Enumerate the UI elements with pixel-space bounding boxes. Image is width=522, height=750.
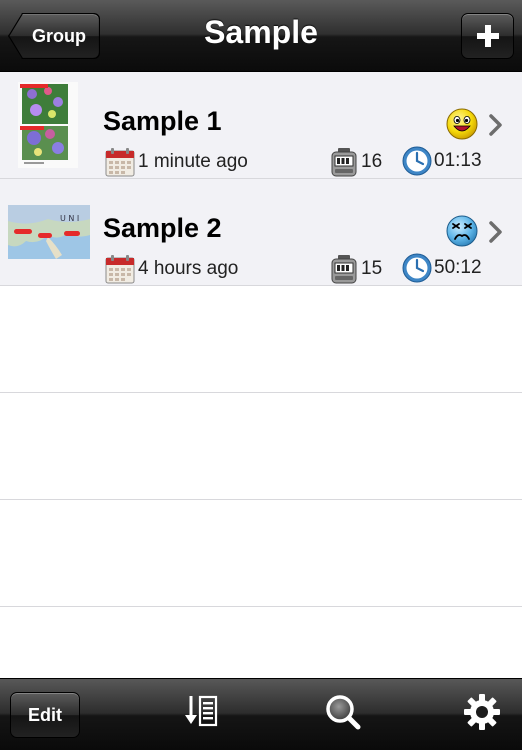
bottom-toolbar: Edit [0, 678, 522, 750]
item-date: 4 hours ago [105, 254, 238, 284]
count-text: 16 [361, 151, 383, 172]
item-title: Sample 2 [103, 213, 222, 243]
clock-icon [402, 253, 432, 283]
edit-button[interactable]: Edit [10, 692, 80, 738]
list-item-sample-2[interactable]: U N I Sample 2 4 hours ago 15 50:12 [0, 179, 522, 286]
sample-list: Sample 1 1 minute ago 16 01:13 U N I Sam… [0, 72, 522, 607]
duration-text: 50:12 [434, 257, 482, 278]
search-icon[interactable] [324, 693, 362, 731]
chevron-right-icon [489, 114, 502, 136]
sample-thumbnail-flowers [18, 82, 78, 168]
count-text: 15 [361, 258, 383, 279]
calendar-icon [105, 255, 135, 284]
chevron-right-icon [489, 221, 502, 243]
clock-icon [402, 146, 432, 176]
sad-face-icon [446, 215, 478, 247]
empty-row [0, 286, 522, 393]
item-date: 1 minute ago [105, 147, 248, 177]
edit-button-label: Edit [28, 704, 62, 725]
page-title: Sample [204, 14, 318, 50]
duration-text: 01:13 [434, 150, 482, 171]
item-duration: 01:13 [402, 146, 482, 176]
svg-text:U N I: U N I [60, 214, 79, 223]
empty-row [0, 500, 522, 607]
date-text: 1 minute ago [138, 151, 248, 172]
counter-icon [331, 255, 357, 284]
gear-icon[interactable] [463, 693, 501, 731]
item-count: 15 [330, 254, 382, 284]
sample-thumbnail-map: U N I [8, 205, 90, 259]
happy-face-icon [446, 108, 478, 140]
item-title: Sample 1 [103, 106, 222, 136]
add-button[interactable] [461, 13, 514, 59]
list-item-sample-1[interactable]: Sample 1 1 minute ago 16 01:13 [0, 72, 522, 179]
item-count: 16 [330, 147, 382, 177]
date-text: 4 hours ago [138, 258, 239, 279]
item-duration: 50:12 [402, 253, 482, 283]
empty-row [0, 393, 522, 500]
counter-icon [331, 148, 357, 177]
navigation-bar: Group Sample [0, 0, 522, 72]
plus-icon [476, 25, 499, 47]
sort-list-icon[interactable] [183, 693, 219, 729]
calendar-icon [105, 148, 135, 177]
